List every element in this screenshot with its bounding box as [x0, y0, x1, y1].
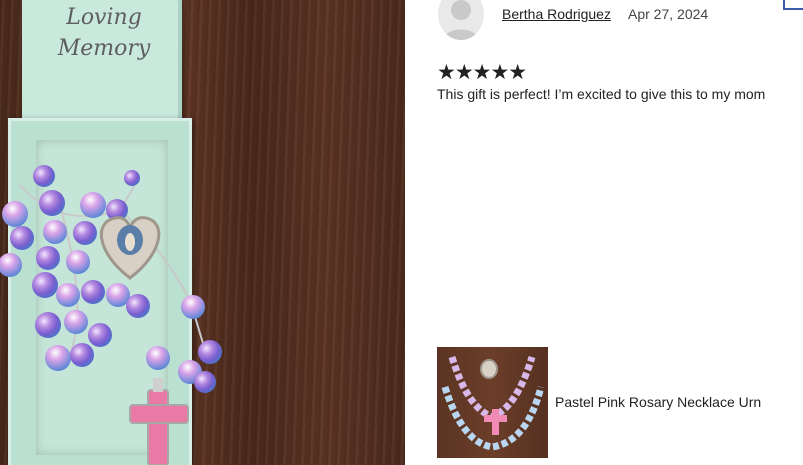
review-photo[interactable]: Loving Memory [0, 0, 405, 465]
rosary-beads [0, 165, 222, 393]
product-name-link[interactable]: Pastel Pink Rosary Necklace Urn [555, 394, 761, 410]
product-thumbnail[interactable] [437, 347, 548, 458]
reviewer-name-link[interactable]: Bertha Rodriguez [502, 6, 611, 22]
corner-button-edge[interactable] [783, 0, 803, 10]
heart-medallion-icon [99, 216, 161, 280]
reviewer-avatar [438, 0, 484, 40]
review-text: This gift is perfect! I’m excited to giv… [437, 86, 766, 102]
rosary-necklace [0, 165, 222, 465]
star-rating: ★★★★★ [437, 61, 527, 84]
cross-icon [129, 378, 189, 465]
product-thumbnail-image [441, 355, 545, 451]
review-date: Apr 27, 2024 [628, 6, 709, 22]
default-user-icon [443, 0, 479, 40]
